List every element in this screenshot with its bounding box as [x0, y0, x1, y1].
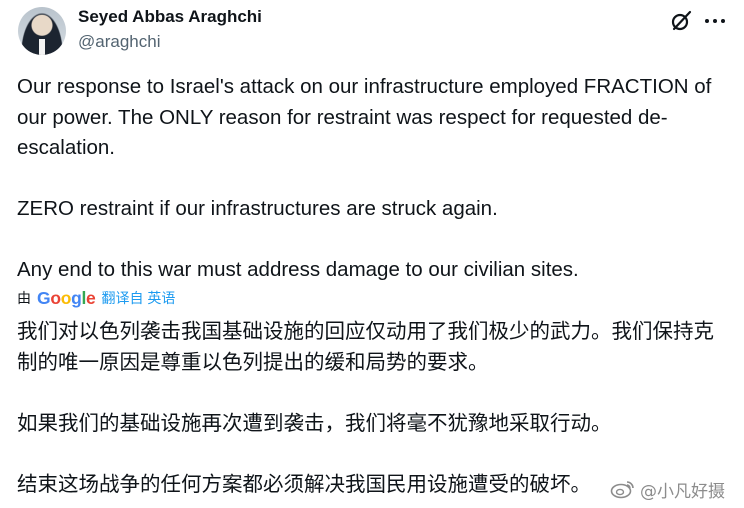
tweet-paragraph-2: ZERO restraint if our infrastructures ar…: [17, 197, 498, 220]
tweet-text: Our response to Israel's attack on our i…: [17, 72, 729, 286]
translated-from-link[interactable]: 翻译自 英语: [101, 288, 175, 308]
tweet-paragraph-3: Any end to this war must address damage …: [17, 258, 579, 281]
watermark-text: @小凡好摄: [640, 481, 725, 502]
translated-paragraph-2: 如果我们的基础设施再次遭到袭击，我们将毫不犹豫地采取行动。: [17, 410, 612, 435]
tweet-paragraph-1: Our response to Israel's attack on our i…: [17, 75, 718, 159]
author-handle[interactable]: @araghchi: [78, 32, 160, 52]
author-name[interactable]: Seyed Abbas Araghchi: [78, 7, 262, 27]
weibo-icon: [610, 481, 634, 499]
translated-by-label: 由: [17, 290, 31, 306]
translated-text: 我们对以色列袭击我国基础设施的回应仅动用了我们极少的武力。我们保持克制的唯一原因…: [17, 316, 729, 499]
translation-attribution: 由 Google 翻译自 英语: [17, 287, 175, 309]
avatar[interactable]: [18, 7, 66, 55]
translated-paragraph-1: 我们对以色列袭击我国基础设施的回应仅动用了我们极少的武力。我们保持克制的唯一原因…: [17, 319, 714, 374]
google-logo: Google: [37, 287, 96, 308]
grok-slash-icon[interactable]: [669, 9, 693, 33]
weibo-watermark: @小凡好摄: [610, 477, 725, 502]
tweet-header: Seyed Abbas Araghchi @araghchi: [18, 5, 730, 57]
more-dots-icon[interactable]: [702, 9, 728, 33]
